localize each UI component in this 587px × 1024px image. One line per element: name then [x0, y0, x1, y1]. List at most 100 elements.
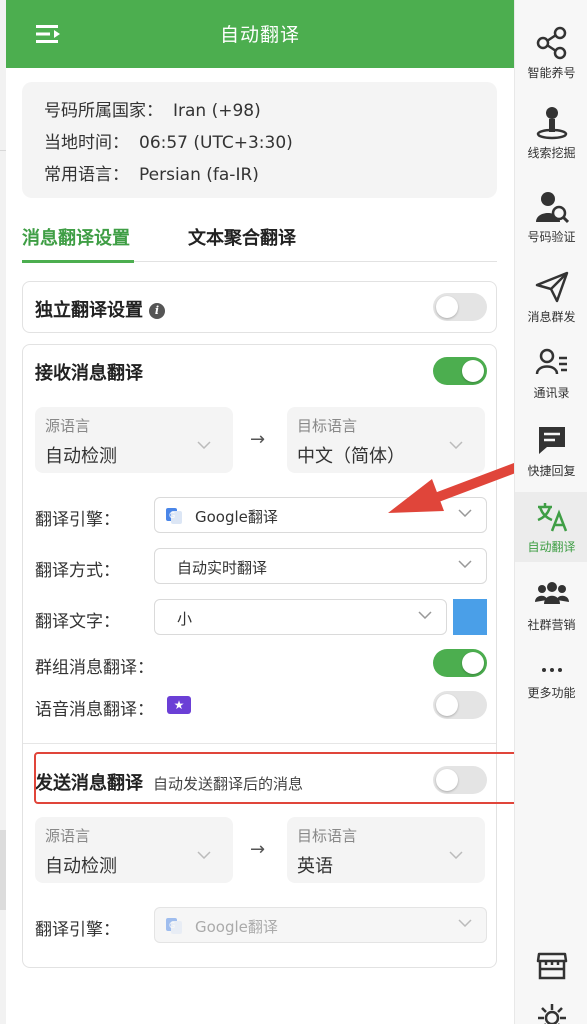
country-value: Iran (+98): [173, 101, 261, 121]
sidebar-item-lead-mining[interactable]: 线索挖掘: [515, 106, 587, 166]
page-title: 自动翻译: [219, 24, 300, 46]
contact-info-card: 号码所属国家： Iran (+98) 当地时间： 06:57 (UTC+3:30) …: [22, 82, 497, 198]
user-search-icon: [535, 192, 569, 224]
info-icon[interactable]: i: [149, 303, 165, 319]
independent-translation-title: 独立翻译设置 i: [35, 296, 165, 322]
receive-translation-toggle[interactable]: [433, 357, 487, 385]
language-value: Persian (fa-IR): [139, 165, 259, 185]
toggle-knob: [462, 652, 484, 674]
google-translate-icon: G: [166, 918, 182, 934]
sidebar-settings-button[interactable]: [515, 1002, 587, 1024]
source-language-label: 源语言: [45, 417, 91, 435]
receive-mode-value: 自动实时翻译: [177, 559, 268, 577]
translate-icon: [536, 503, 567, 532]
chevron-down-icon: [197, 851, 211, 859]
settings-tabs: 消息翻译设置 文本聚合翻译: [22, 218, 497, 263]
receive-source-language-select[interactable]: 源语言 自动检测: [35, 407, 233, 473]
sidebar-item-label: 号码验证: [527, 230, 576, 244]
language-row: 常用语言： Persian (fa-IR): [44, 160, 259, 185]
sidebar-item-contacts[interactable]: 通讯录: [515, 346, 587, 406]
receive-translation-title: 接收消息翻译: [35, 363, 143, 384]
google-translate-icon: G: [166, 508, 182, 524]
send-target-language-select[interactable]: 目标语言 英语: [287, 817, 485, 883]
chevron-down-icon: [458, 560, 472, 568]
paper-plane-icon: [535, 271, 568, 303]
active-tab-indicator: [22, 260, 134, 263]
send-engine-select[interactable]: G Google翻译: [154, 907, 487, 943]
language-label: 常用语言：: [44, 165, 129, 185]
source-language-value: 自动检测: [45, 446, 117, 467]
right-sidebar: 智能养号 线索挖掘 号码验证 消息群发 通讯录 快捷回复 自动翻译 社群营销 更…: [514, 0, 587, 1024]
sidebar-item-label: 消息群发: [527, 310, 576, 324]
receive-mode-select[interactable]: 自动实时翻译: [154, 548, 487, 584]
tab-message-translation[interactable]: 消息翻译设置: [22, 224, 130, 250]
sidebar-store-button[interactable]: [515, 950, 587, 984]
chevron-down-icon: [458, 919, 472, 927]
sidebar-item-number-verify[interactable]: 号码验证: [515, 190, 587, 250]
receive-font-size-value: 小: [177, 610, 193, 628]
sidebar-item-community-marketing[interactable]: 社群营销: [515, 578, 587, 638]
send-source-language-select[interactable]: 源语言 自动检测: [35, 817, 233, 883]
sidebar-item-label: 通讯录: [533, 386, 570, 400]
send-engine-label: 翻译引擎：: [35, 920, 120, 940]
group-translation-label: 群组消息翻译：: [35, 658, 154, 678]
target-language-label: 目标语言: [297, 827, 358, 845]
receive-mode-label: 翻译方式：: [35, 561, 120, 581]
local-time-row: 当地时间： 06:57 (UTC+3:30): [44, 128, 293, 153]
header-bar: 自动翻译: [6, 0, 514, 68]
voice-translation-toggle[interactable]: [433, 691, 487, 719]
chevron-down-icon: [197, 441, 211, 449]
gear-icon: [537, 1004, 566, 1024]
premium-star-icon: ★: [167, 696, 191, 714]
voice-translation-label: 语音消息翻译：: [35, 700, 154, 720]
font-color-swatch[interactable]: [453, 599, 487, 635]
receive-font-size-label: 翻译文字：: [35, 612, 120, 632]
sidebar-item-more[interactable]: 更多功能: [515, 656, 587, 716]
tab-text-aggregation[interactable]: 文本聚合翻译: [188, 224, 296, 250]
app-root: 自动翻译 号码所属国家： Iran (+98) 当地时间： 06:57 (UTC+3…: [0, 0, 587, 1024]
sidebar-item-mass-message[interactable]: 消息群发: [515, 270, 587, 330]
chevron-down-icon: [418, 611, 432, 619]
translation-settings-card: 接收消息翻译 源语言 自动检测 → 目标语言 中文（简体） 翻译引擎： G Go…: [22, 344, 497, 968]
user-pin-icon: [536, 107, 567, 140]
chat-bubble-icon: [538, 427, 565, 454]
independent-translation-label: 独立翻译设置: [35, 300, 143, 321]
toggle-knob: [436, 694, 458, 716]
sidebar-item-auto-translate[interactable]: 自动翻译: [515, 492, 587, 562]
sidebar-item-label: 快捷回复: [527, 464, 576, 478]
sidebar-item-quick-reply[interactable]: 快捷回复: [515, 424, 587, 484]
section-divider: [23, 743, 496, 744]
share-nodes-icon: [536, 26, 566, 60]
independent-translation-toggle[interactable]: [433, 293, 487, 321]
source-language-value: 自动检测: [45, 856, 117, 877]
store-icon: [536, 952, 567, 980]
svg-text:G: G: [169, 511, 175, 520]
sidebar-item-label: 线索挖掘: [527, 146, 576, 160]
receive-engine-label: 翻译引擎：: [35, 510, 120, 530]
more-icon: [541, 668, 562, 672]
contacts-icon: [535, 348, 567, 375]
chevron-down-icon: [449, 441, 463, 449]
local-time-label: 当地时间：: [44, 133, 129, 153]
svg-text:G: G: [169, 921, 175, 930]
group-icon: [534, 582, 569, 604]
receive-engine-value: Google翻译: [195, 508, 278, 526]
sidebar-item-label: 社群营销: [527, 618, 576, 632]
toggle-knob: [462, 360, 484, 382]
sidebar-item-label: 自动翻译: [527, 540, 576, 554]
annotation-arrow-icon: [388, 458, 530, 513]
target-language-value: 英语: [297, 856, 333, 877]
independent-translation-card: 独立翻译设置 i: [22, 281, 497, 333]
country-label: 号码所属国家：: [44, 101, 163, 121]
source-language-label: 源语言: [45, 827, 91, 845]
receive-font-size-select[interactable]: 小: [154, 599, 447, 635]
highlight-box-annotation: [34, 752, 524, 804]
chevron-down-icon: [449, 851, 463, 859]
sidebar-item-label: 更多功能: [527, 686, 576, 700]
toggle-knob: [436, 296, 458, 318]
sidebar-item-smart-nurture[interactable]: 智能养号: [515, 26, 587, 86]
group-translation-toggle[interactable]: [433, 649, 487, 677]
arrow-right-icon: →: [250, 839, 266, 860]
country-row: 号码所属国家： Iran (+98): [44, 96, 261, 121]
arrow-right-icon: →: [250, 429, 266, 450]
